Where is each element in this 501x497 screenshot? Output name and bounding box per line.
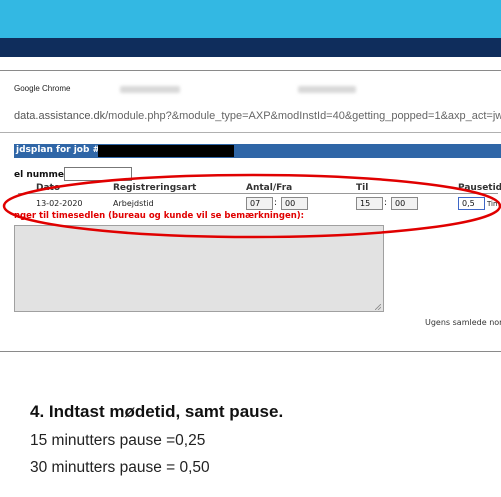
highlight-ellipse — [2, 173, 501, 239]
